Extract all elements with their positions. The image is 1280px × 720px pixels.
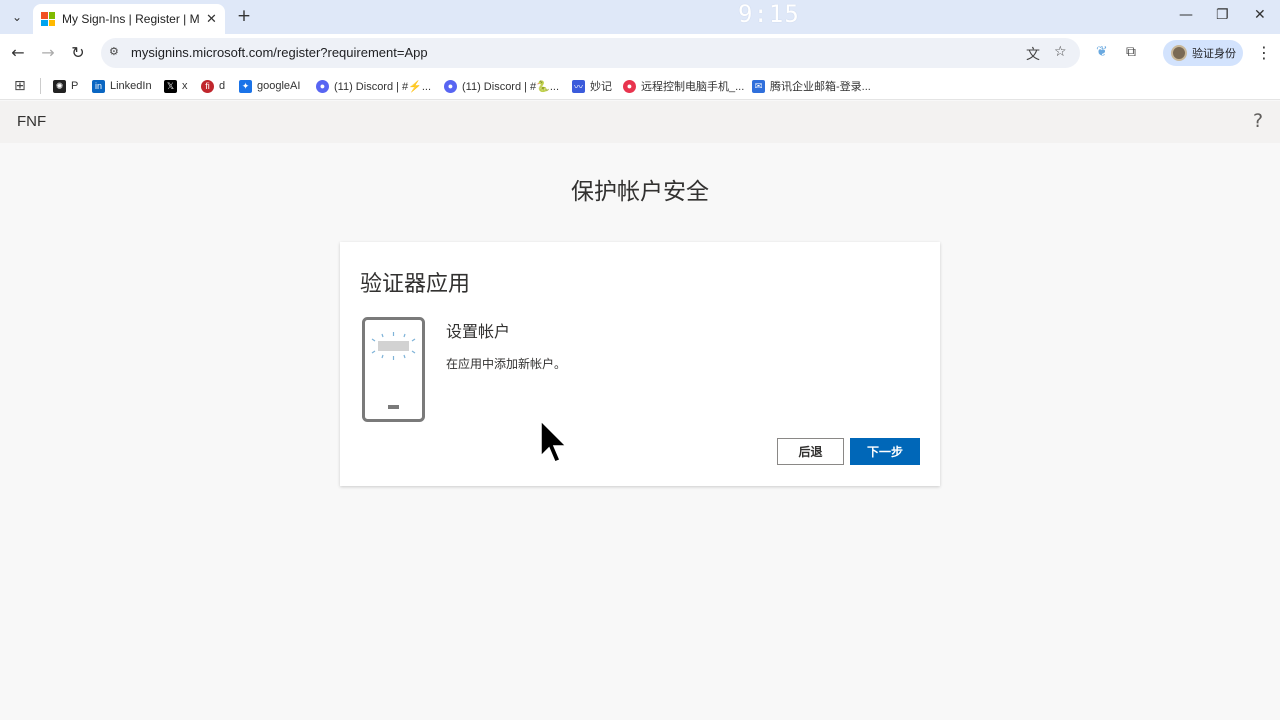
linkedin-icon: in	[92, 79, 105, 93]
apps-grid-icon[interactable]: ⊞	[14, 78, 26, 94]
d-icon: fi	[201, 79, 214, 93]
new-tab-plus-icon[interactable]: +	[234, 6, 254, 26]
bookmark-label: 远程控制电脑手机_...	[641, 81, 745, 93]
bookmark-item[interactable]: ✦ googleAI	[239, 77, 300, 95]
avatar	[1171, 45, 1187, 61]
browser-tab[interactable]: My Sign-Ins | Register | Microsoft ✕	[33, 4, 225, 34]
reload-icon[interactable]: ↻	[68, 43, 88, 62]
translate-icon[interactable]: 文	[1026, 44, 1040, 64]
tab-close-icon[interactable]: ✕	[206, 12, 217, 27]
window-close-icon[interactable]: ✕	[1254, 7, 1266, 23]
bookmark-item[interactable]: ✺ P	[53, 77, 78, 95]
step-description: 在应用中添加新帐户。	[446, 357, 567, 371]
discord-icon: ●	[444, 79, 457, 93]
browser-menu-icon[interactable]: ⋮	[1256, 43, 1272, 62]
mouse-cursor-icon	[540, 420, 568, 463]
site-info-icon[interactable]: ⚙	[109, 45, 119, 58]
bookmark-item[interactable]: ✉ 腾讯企业邮箱-登录...	[752, 77, 871, 95]
profile-button[interactable]: 验证身份	[1163, 40, 1243, 66]
x-icon: 𝕏	[164, 79, 177, 93]
extension-lungs-icon[interactable]: ❦	[1096, 44, 1108, 60]
browser-toolbar: ← → ↻ ⚙ mysignins.microsoft.com/register…	[0, 34, 1280, 72]
tab-search-chevron-icon[interactable]: ⌄	[6, 6, 28, 28]
next-button[interactable]: 下一步	[850, 438, 920, 465]
page-header: FNF ?	[0, 101, 1280, 143]
miaoji-icon: 〰	[572, 79, 585, 93]
bookmark-label: x	[182, 80, 188, 92]
minimize-icon[interactable]: —	[1179, 7, 1193, 23]
bookmark-label: d	[219, 80, 226, 92]
restore-icon[interactable]: ❐	[1216, 7, 1229, 23]
bookmark-item[interactable]: in LinkedIn	[92, 77, 152, 95]
bookmark-label: 妙记	[590, 81, 612, 93]
chatgpt-icon: ✺	[53, 79, 66, 93]
bookmark-item[interactable]: ● (11) Discord | #🐍...	[444, 77, 559, 95]
bookmark-star-icon[interactable]: ☆	[1054, 44, 1067, 60]
tab-title: My Sign-Ins | Register | Microsoft	[62, 12, 200, 26]
authenticator-card: 验证器应用 设置帐户 在应用中添加新帐户。 后退 下一步	[340, 242, 940, 486]
step-title: 设置帐户	[446, 322, 511, 341]
bookmarks-bar: ⊞ ✺ P in LinkedIn 𝕏 x fi d ✦ googleAI ● …	[0, 72, 1280, 100]
discord-icon: ●	[316, 79, 329, 93]
bookmark-item[interactable]: ● (11) Discord | #⚡...	[316, 77, 431, 95]
bookmark-item[interactable]: 〰 妙记	[572, 77, 612, 95]
bookmark-separator	[40, 78, 41, 94]
extensions-puzzle-icon[interactable]: ⧉	[1126, 44, 1136, 60]
back-arrow-icon[interactable]: ←	[8, 43, 28, 62]
clock-overlay: 9:15	[738, 0, 800, 28]
address-bar[interactable]: ⚙ mysignins.microsoft.com/register?requi…	[101, 38, 1080, 68]
googleai-icon: ✦	[239, 79, 252, 93]
forward-arrow-icon[interactable]: →	[38, 43, 58, 62]
bookmark-label: LinkedIn	[110, 80, 152, 92]
mail-icon: ✉	[752, 79, 765, 93]
help-question-icon[interactable]: ?	[1253, 110, 1263, 132]
phone-illustration-icon	[362, 317, 425, 422]
bookmark-item[interactable]: fi d	[201, 77, 225, 95]
bookmark-label: googleAI	[257, 80, 301, 92]
card-title: 验证器应用	[360, 272, 471, 297]
org-name: FNF	[17, 113, 47, 130]
page-title: 保护帐户安全	[571, 179, 709, 205]
browser-titlebar: ⌄ My Sign-Ins | Register | Microsoft ✕ +…	[0, 0, 1280, 34]
back-button[interactable]: 后退	[777, 438, 844, 465]
bookmark-label: (11) Discord | #⚡...	[334, 80, 432, 93]
bookmark-label: P	[71, 80, 79, 92]
bookmark-item[interactable]: 𝕏 x	[164, 77, 188, 95]
bookmark-label: 腾讯企业邮箱-登录...	[770, 81, 871, 93]
bookmark-label: (11) Discord | #🐍...	[462, 80, 560, 93]
remote-control-icon: ●	[623, 79, 636, 93]
profile-label: 验证身份	[1192, 47, 1236, 60]
url-text[interactable]: mysignins.microsoft.com/register?require…	[131, 45, 428, 60]
bookmark-item[interactable]: ● 远程控制电脑手机_...	[623, 77, 744, 95]
microsoft-favicon-icon	[41, 12, 55, 26]
